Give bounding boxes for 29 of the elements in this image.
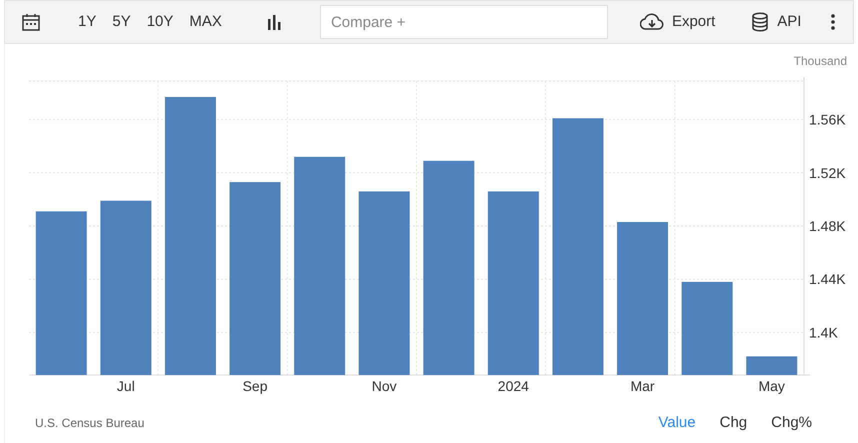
api-button[interactable]: API	[745, 10, 808, 34]
view-tab[interactable]: Chg	[708, 412, 760, 434]
export-button[interactable]: Export	[634, 10, 722, 34]
x-axis-label: Jul	[116, 378, 135, 394]
x-axis-label: 2024	[498, 378, 529, 394]
view-tab[interactable]: Value	[646, 412, 708, 434]
y-axis-label: 1.48K	[809, 218, 846, 234]
range-button[interactable]: 1Y	[72, 10, 102, 34]
x-axis-label: May	[758, 378, 785, 394]
compare-field[interactable]: Compare +	[320, 5, 608, 39]
more-icon[interactable]	[831, 14, 835, 30]
x-axis-label: Sep	[242, 378, 268, 394]
range-button[interactable]: 10Y	[140, 10, 180, 34]
unit-label: Thousand	[794, 54, 847, 68]
view-tab[interactable]: Chg%	[759, 412, 824, 434]
database-icon	[751, 12, 770, 32]
calendar-icon[interactable]	[22, 13, 40, 31]
bar-chart-icon[interactable]	[266, 14, 282, 30]
range-button[interactable]: MAX	[183, 10, 228, 34]
x-axis-label: Mar	[630, 378, 655, 394]
y-axis-label: 1.4K	[809, 324, 838, 340]
y-axis-label: 1.44K	[809, 271, 846, 288]
y-axis-label: 1.56K	[809, 112, 846, 128]
source-label: U.S. Census Bureau	[35, 415, 144, 432]
range-button[interactable]: 5Y	[106, 10, 137, 34]
cloud-download-icon	[640, 13, 664, 31]
x-axis-label: Nov	[372, 378, 397, 394]
bar	[746, 356, 798, 375]
y-axis-label: 1.52K	[809, 164, 846, 181]
